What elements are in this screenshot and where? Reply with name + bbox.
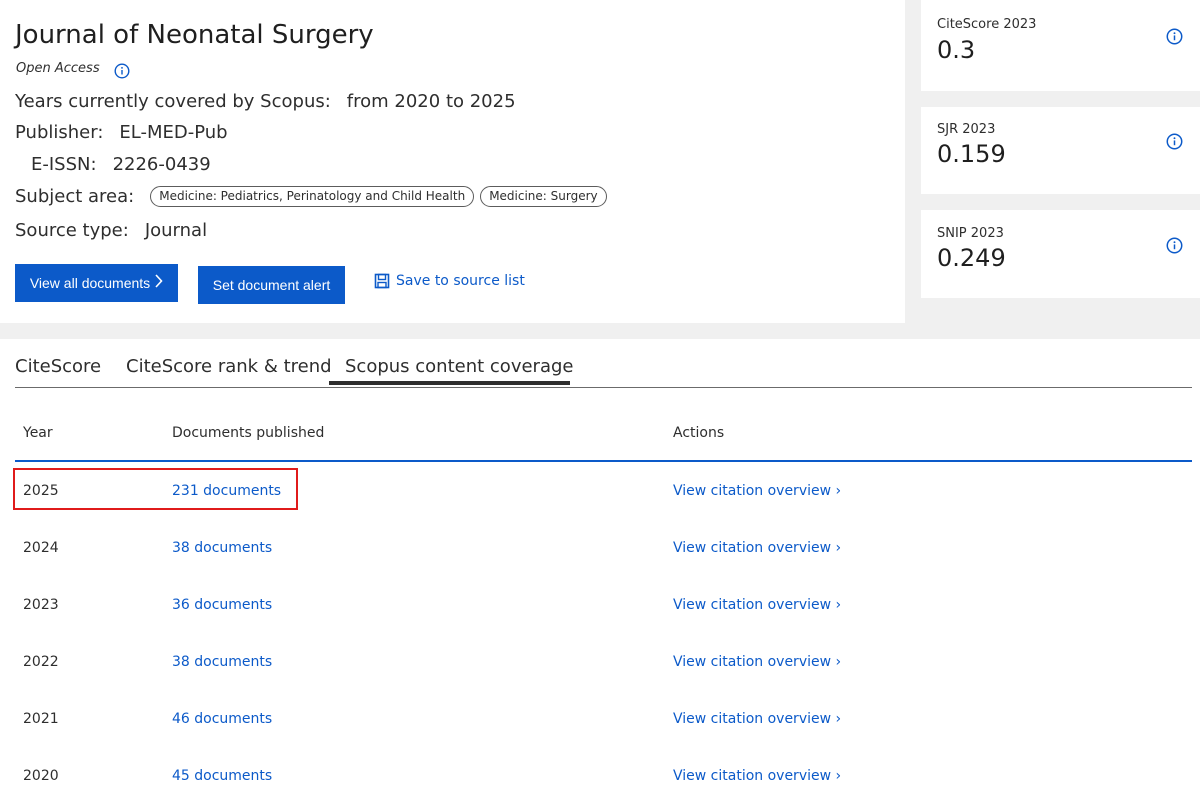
years-covered-row: Years currently covered by Scopus: from 2… [15,91,516,112]
publisher-label: Publisher: [15,122,104,143]
year-cell: 2022 [23,654,59,670]
view-citation-overview-link[interactable]: View citation overview › [673,711,841,727]
sjr-card: SJR 2023 0.159 [921,107,1200,194]
subject-tag[interactable]: Medicine: Pediatrics, Perinatology and C… [150,186,475,207]
info-icon[interactable] [1166,237,1183,254]
subject-area-label: Subject area: [15,186,135,207]
view-citation-overview-label: View citation overview [673,483,832,499]
snip-card: SNIP 2023 0.249 [921,210,1200,298]
save-to-source-list-link[interactable]: Save to source list [374,273,525,289]
subject-area-row: Subject area: Medicine: Pediatrics, Perin… [15,186,613,207]
page-title: Journal of Neonatal Surgery [15,20,374,50]
documents-link[interactable]: 45 documents [172,768,272,784]
column-divider [905,0,921,339]
view-citation-overview-label: View citation overview [673,654,832,670]
chevron-right-icon: › [835,540,842,556]
source-details: Journal of Neonatal Surgery Open Access … [0,0,905,323]
metric-divider [921,91,1200,107]
source-type-label: Source type: [15,220,129,241]
publisher-row: Publisher: EL-MED-Pub [15,122,228,143]
view-citation-overview-link[interactable]: View citation overview › [673,768,841,784]
view-all-documents-label: View all documents [29,275,151,291]
metric-label: SJR 2023 [937,122,996,137]
save-to-source-list-label: Save to source list [396,273,525,289]
metric-divider [921,194,1200,210]
metric-value: 0.3 [937,36,976,64]
source-type-value: Journal [144,220,208,241]
chevron-right-icon: › [835,768,842,784]
metric-label: SNIP 2023 [937,226,1004,241]
subject-tag[interactable]: Medicine: Surgery [480,186,607,207]
chevron-right-icon: › [835,654,842,670]
set-document-alert-button[interactable]: Set document alert [198,266,345,304]
column-header-documents: Documents published [172,425,325,441]
tab-citescore[interactable]: CiteScore [15,356,101,377]
tab-citescore-rank-trend[interactable]: CiteScore rank & trend [126,356,332,377]
publisher-value: EL-MED-Pub [119,122,228,143]
chevron-right-icon: › [835,597,842,613]
metric-value: 0.159 [937,140,1006,168]
tab-bar: CiteScore CiteScore rank & trend Scopus … [15,351,1192,388]
source-type-row: Source type: Journal [15,220,207,241]
documents-link[interactable]: 46 documents [172,711,272,727]
year-cell: 2023 [23,597,59,613]
metric-value: 0.249 [937,244,1006,272]
info-icon[interactable] [1166,28,1183,45]
documents-link[interactable]: 38 documents [172,540,272,556]
eissn-row: E-ISSN: 2226-0439 [31,154,211,175]
chevron-right-icon: › [835,711,842,727]
info-icon[interactable] [1166,133,1183,150]
view-citation-overview-link[interactable]: View citation overview › [673,597,841,613]
year-cell: 2024 [23,540,59,556]
chevron-right-icon: › [835,483,842,499]
view-citation-overview-label: View citation overview [673,540,832,556]
citescore-card: CiteScore 2023 0.3 [921,0,1200,91]
info-icon[interactable] [114,63,130,79]
save-icon [374,273,390,289]
documents-link[interactable]: 38 documents [172,654,272,670]
years-covered-label: Years currently covered by Scopus: [15,91,331,112]
documents-link[interactable]: 36 documents [172,597,272,613]
column-header-actions: Actions [673,425,725,441]
highlight-box [13,468,298,510]
view-citation-overview-link[interactable]: View citation overview › [673,654,841,670]
metric-label: CiteScore 2023 [937,17,1037,32]
year-cell: 2021 [23,711,59,727]
table-header-divider [15,460,1192,462]
view-citation-overview-label: View citation overview [673,768,832,784]
view-citation-overview-link[interactable]: View citation overview › [673,483,841,499]
view-citation-overview-label: View citation overview [673,711,832,727]
section-divider [0,323,1200,339]
metric-divider [921,298,1200,323]
view-all-documents-button[interactable]: View all documents [15,264,178,302]
view-citation-overview-label: View citation overview [673,597,832,613]
years-covered-value: from 2020 to 2025 [346,91,516,112]
eissn-label: E-ISSN: [31,154,97,175]
open-access-label: Open Access [16,61,100,76]
chevron-right-icon [154,273,163,293]
eissn-value: 2226-0439 [112,154,211,175]
view-citation-overview-link[interactable]: View citation overview › [673,540,841,556]
tab-scopus-content-coverage[interactable]: Scopus content coverage [345,356,573,377]
column-header-year: Year [23,425,53,441]
year-cell: 2020 [23,768,59,784]
active-tab-indicator [329,381,570,385]
